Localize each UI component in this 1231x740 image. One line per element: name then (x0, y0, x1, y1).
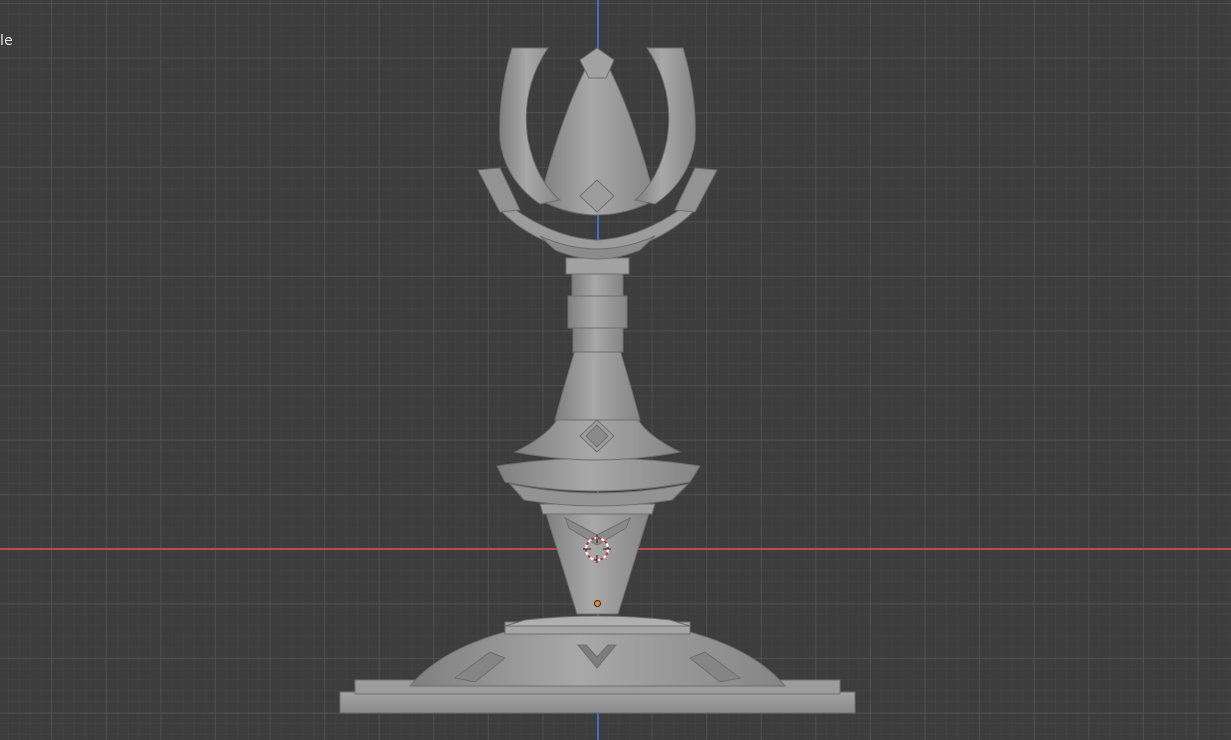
3d-viewport[interactable]: le (0, 0, 1231, 740)
middle-node (496, 411, 701, 507)
upper-stem (554, 257, 641, 421)
object-origin-icon (594, 600, 601, 607)
3d-cursor-icon[interactable] (583, 535, 611, 563)
base (339, 615, 856, 714)
candelabra-mesh[interactable] (0, 0, 1231, 740)
cup-top (477, 47, 718, 260)
